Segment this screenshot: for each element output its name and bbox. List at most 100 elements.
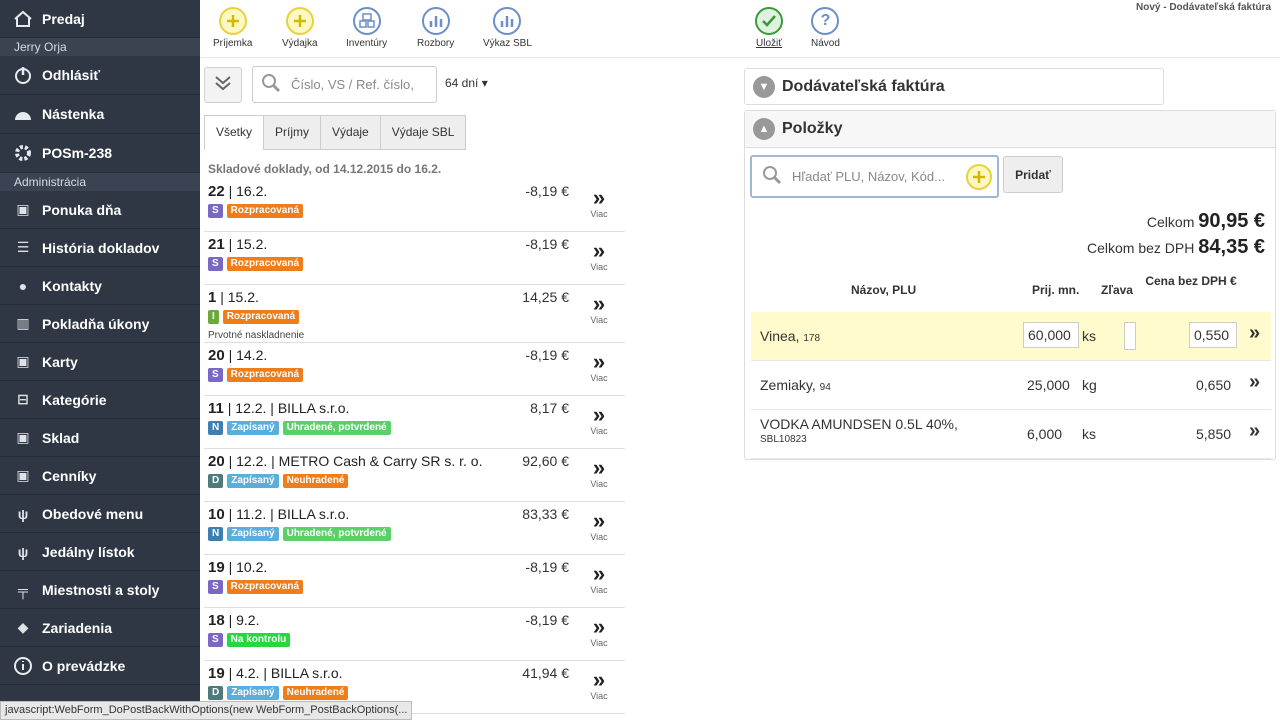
info-icon (12, 655, 34, 677)
tab-issues[interactable]: Výdaje (320, 115, 381, 150)
invoice-panel-header[interactable]: ▼ Dodávateľská faktúra (744, 68, 1164, 105)
browser-status-bar: javascript:WebForm_DoPostBackWithOptions… (0, 701, 413, 720)
item-price: 5,850 (1196, 426, 1232, 442)
more-label: Viac (590, 585, 608, 595)
more-button[interactable]: » Viac (587, 616, 611, 649)
more-button[interactable]: » Viac (587, 563, 611, 596)
sidebar-item-dashboard[interactable]: Nástenka (0, 95, 200, 134)
inventory-button[interactable]: Inventúry (346, 7, 387, 49)
sidebar-item-contacts[interactable]: ● Kontakty (0, 267, 200, 305)
sidebar-item-rooms[interactable]: ╤ Miestnosti a stoly (0, 571, 200, 609)
table-row[interactable]: 19 | 10.2. -8,19 € S Rozpracovaná » Viac (204, 555, 625, 608)
row-badges: D Zapísaný Neuhradené (208, 686, 349, 700)
item-name: VODKA AMUNDSEN 0.5L 40%, (760, 416, 958, 432)
discount-input[interactable] (1124, 322, 1136, 350)
sidebar: Predaj Jerry Orja Odhlásiť Nástenka POSm… (0, 0, 200, 720)
plus-icon[interactable] (966, 164, 992, 190)
row-date: 15.2. (236, 236, 268, 252)
more-button[interactable]: » Viac (587, 187, 611, 220)
row-date: 10.2. (236, 559, 268, 575)
more-label: Viac (590, 209, 608, 219)
item-row[interactable]: VODKA AMUNDSEN 0.5L 40%, SBL10823 6,000 ks 5… (751, 410, 1271, 459)
sidebar-item-menu-card[interactable]: ψ Jedálny lístok (0, 533, 200, 571)
item-search-input[interactable]: Hľadať PLU, Názov, Kód... (750, 155, 999, 198)
invoice-pane: ▼ Dodávateľská faktúra ▲ Položky Hľadať PL… (744, 68, 1276, 460)
more-button[interactable]: » Viac (587, 240, 611, 273)
sidebar-item-devices[interactable]: ◆ Zariadenia (0, 609, 200, 647)
sidebar-item-predaj[interactable]: Predaj (0, 0, 200, 38)
double-chevron-right-icon[interactable]: » (1249, 371, 1260, 394)
item-name: Zemiaky, (760, 377, 816, 393)
sidebar-item-warehouse[interactable]: ▣ Sklad (0, 419, 200, 457)
table-row[interactable]: 18 | 9.2. -8,19 € S Na kontrolu » Viac (204, 608, 625, 661)
sidebar-item-lunch-menu[interactable]: ψ Obedové menu (0, 495, 200, 533)
item-price: 0,650 (1196, 377, 1232, 393)
list-icon: ☰ (16, 239, 30, 255)
users-icon: ● (18, 277, 28, 294)
items-panel: ▲ Položky Hľadať PLU, Názov, Kód... Prida… (744, 110, 1276, 460)
qty-input[interactable]: 60,000 (1023, 322, 1079, 348)
more-button[interactable]: » Viac (587, 669, 611, 702)
collapse-button[interactable] (204, 67, 242, 103)
row-number: 20 (208, 453, 225, 470)
items-panel-header[interactable]: ▲ Položky (745, 111, 1275, 148)
document-search-input[interactable]: Číslo, VS / Ref. číslo, (252, 66, 437, 103)
total-value: 90,95 € (1198, 210, 1265, 232)
more-button[interactable]: » Viac (587, 457, 611, 490)
more-button[interactable]: » Viac (587, 404, 611, 437)
table-row[interactable]: 20 | 12.2. | METRO Cash & Carry SR s. r.… (204, 449, 625, 502)
table-row[interactable]: 21 | 15.2. -8,19 € S Rozpracovaná » Viac (204, 232, 625, 285)
table-row[interactable]: 22 | 16.2. -8,19 € S Rozpracovaná » Viac (204, 179, 625, 232)
row-header: 20 | 12.2. | METRO Cash & Carry SR s. r.… (208, 453, 483, 470)
sidebar-item-label: Predaj (42, 10, 85, 27)
table-row[interactable]: 11 | 12.2. | BILLA s.r.o. 8,17 € N Zapísa… (204, 396, 625, 449)
save-button[interactable]: Uložiť (755, 7, 783, 49)
sidebar-item-categories[interactable]: ⊟ Kategórie (0, 381, 200, 419)
days-filter-dropdown[interactable]: 64 dní ▾ (445, 76, 488, 90)
sidebar-item-logout[interactable]: Odhlásiť (0, 56, 200, 95)
issue-button[interactable]: Výdajka (282, 7, 318, 49)
tab-all[interactable]: Všetky (204, 115, 265, 150)
more-label: Viac (590, 532, 608, 542)
sidebar-item-daily-offer[interactable]: ▣ Ponuka dňa (0, 191, 200, 229)
table-row[interactable]: 1 | 15.2. 14,25 € I Rozpracovaná Prvotné … (204, 285, 625, 343)
sidebar-item-label: O prevádzke (42, 657, 126, 674)
more-button[interactable]: » Viac (587, 293, 611, 326)
more-button[interactable]: » Viac (587, 351, 611, 384)
tab-sbl-issues[interactable]: Výdaje SBL (379, 115, 467, 150)
status-badge: Rozpracovaná (226, 580, 304, 594)
type-badge: I (208, 310, 219, 324)
total-label: Celkom (1146, 214, 1195, 230)
double-chevron-right-icon[interactable]: » (1249, 322, 1260, 345)
item-row[interactable]: Zemiaky, 94 25,000 kg 0,650 » (751, 361, 1271, 410)
price-input[interactable]: 0,550 (1189, 322, 1237, 348)
analysis-button[interactable]: Rozbory (417, 7, 454, 49)
type-badge: S (208, 257, 223, 271)
double-chevron-right-icon[interactable]: » (1249, 420, 1260, 443)
more-button[interactable]: » Viac (587, 510, 611, 543)
help-button[interactable]: ? Návod (811, 7, 840, 49)
sbl-report-button[interactable]: Výkaz SBL (483, 7, 532, 49)
table-row[interactable]: 10 | 11.2. | BILLA s.r.o. 83,33 € N Zapís… (204, 502, 625, 555)
payment-status-badge: Uhradené, potvrdené (282, 421, 391, 435)
sidebar-item-register-actions[interactable]: ▥ Pokladňa úkony (0, 305, 200, 343)
row-amount: -8,19 € (525, 612, 569, 628)
row-amount: 14,25 € (522, 289, 569, 305)
table-row[interactable]: 20 | 14.2. -8,19 € S Rozpracovaná » Viac (204, 343, 625, 396)
item-row[interactable]: Vinea, 178 60,000 ks 0,550 » (751, 312, 1271, 361)
sidebar-item-pricelists[interactable]: ▣ Cenníky (0, 457, 200, 495)
sidebar-item-pos[interactable]: POSm-238 (0, 134, 200, 173)
gear-icon (12, 142, 34, 164)
row-number: 22 (208, 183, 225, 200)
sidebar-item-about[interactable]: O prevádzke (0, 647, 200, 685)
toolbar: Príjemka Výdajka Inventúry Rozbory Výkaz… (200, 0, 1280, 58)
table-icon: ╤ (18, 581, 28, 598)
tab-receipts[interactable]: Príjmy (263, 115, 322, 150)
add-item-button[interactable]: Pridať (1003, 156, 1063, 193)
bar-chart-icon (421, 7, 450, 35)
sidebar-item-history[interactable]: ☰ História dokladov (0, 229, 200, 267)
sidebar-item-cards[interactable]: ▣ Karty (0, 343, 200, 381)
item-name-block: Zemiaky, 94 (760, 377, 831, 393)
receipt-button[interactable]: Príjemka (213, 7, 252, 49)
bar-chart-icon (493, 7, 522, 35)
